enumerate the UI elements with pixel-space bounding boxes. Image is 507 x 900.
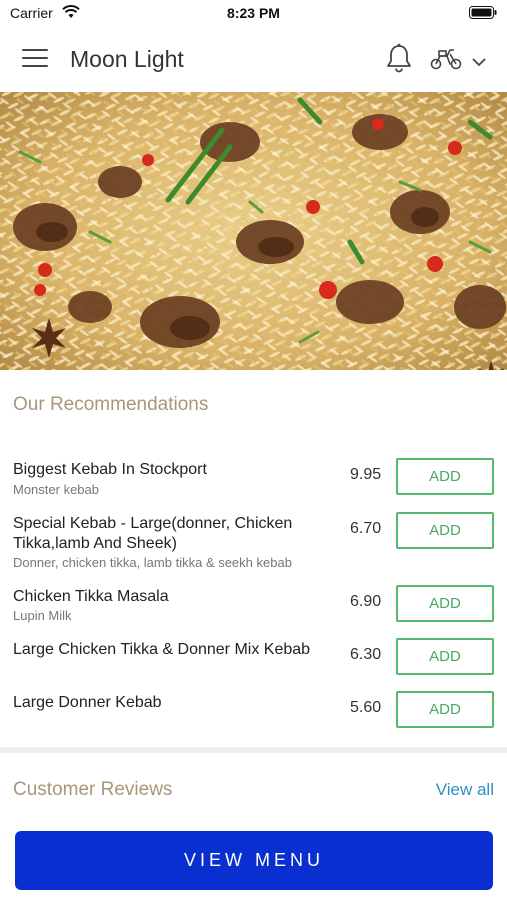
add-button[interactable]: ADD [396, 638, 494, 675]
status-bar: Carrier 8:23 PM [0, 0, 507, 26]
scooter-icon[interactable] [430, 48, 462, 75]
chevron-down-icon[interactable] [472, 54, 486, 72]
item-description: Monster kebab [13, 482, 99, 497]
page-title: Moon Light [70, 46, 184, 72]
recommendations-heading: Our Recommendations [13, 394, 209, 415]
view-all-link[interactable]: View all [436, 780, 494, 800]
add-button[interactable]: ADD [396, 585, 494, 622]
add-button[interactable]: ADD [396, 512, 494, 549]
battery-icon [469, 6, 497, 24]
clock-time: 8:23 PM [227, 5, 280, 21]
view-menu-button[interactable]: VIEW MENU [15, 831, 493, 890]
hero-food-image [0, 92, 507, 370]
section-divider [0, 747, 507, 753]
item-price: 5.60 [350, 699, 382, 716]
add-button[interactable]: ADD [396, 458, 494, 495]
bell-icon[interactable] [385, 43, 413, 78]
item-name: Chicken Tikka Masala [13, 588, 169, 605]
item-price: 9.95 [350, 466, 382, 483]
item-description: Donner, chicken tikka, lamb tikka & seek… [13, 555, 292, 570]
item-price: 6.90 [350, 593, 382, 610]
reviews-heading: Customer Reviews [13, 779, 173, 800]
app-header: Moon Light [0, 26, 507, 92]
add-button[interactable]: ADD [396, 691, 494, 728]
item-name: Large Donner Kebab [13, 694, 162, 711]
hamburger-menu-icon[interactable] [22, 49, 48, 69]
item-price: 6.30 [350, 646, 382, 663]
item-price: 6.70 [350, 520, 382, 537]
item-name: Biggest Kebab In Stockport [13, 461, 207, 478]
item-name: Large Chicken Tikka & Donner Mix Kebab [13, 641, 311, 658]
item-description: Lupin Milk [13, 608, 72, 623]
item-name: Special Kebab - Large(donner, Chicken Ti… [13, 515, 293, 552]
